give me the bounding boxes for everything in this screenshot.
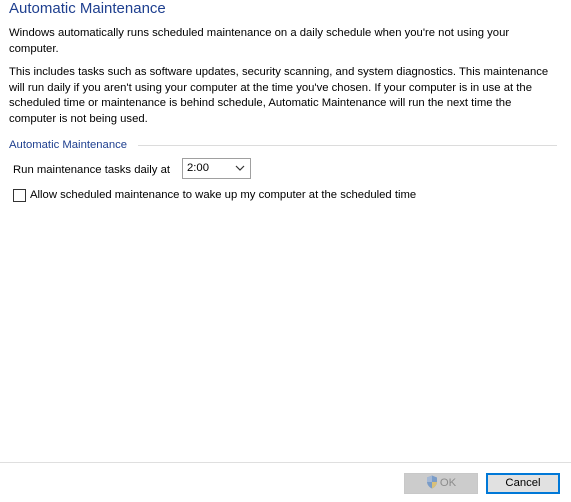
group-heading: Automatic Maintenance [9, 138, 130, 152]
page-title: Automatic Maintenance [9, 0, 166, 17]
intro-text: Windows automatically runs scheduled mai… [9, 27, 510, 55]
cancel-button[interactable]: Cancel [486, 473, 560, 494]
ok-button[interactable]: OK [404, 473, 478, 494]
run-time-label: Run maintenance tasks daily at [13, 164, 170, 176]
details-text: This includes tasks such as software upd… [9, 66, 549, 125]
maintenance-time-select[interactable]: 2:00 [182, 158, 251, 179]
wake-computer-checkbox[interactable] [13, 189, 26, 202]
time-select-value: 2:00 [187, 162, 209, 174]
ok-button-label: OK [439, 477, 457, 489]
group-divider [138, 145, 557, 146]
chevron-down-icon [235, 165, 245, 171]
footer-divider [0, 462, 571, 463]
wake-computer-label[interactable]: Allow scheduled maintenance to wake up m… [30, 188, 416, 202]
uac-shield-icon [426, 475, 437, 489]
